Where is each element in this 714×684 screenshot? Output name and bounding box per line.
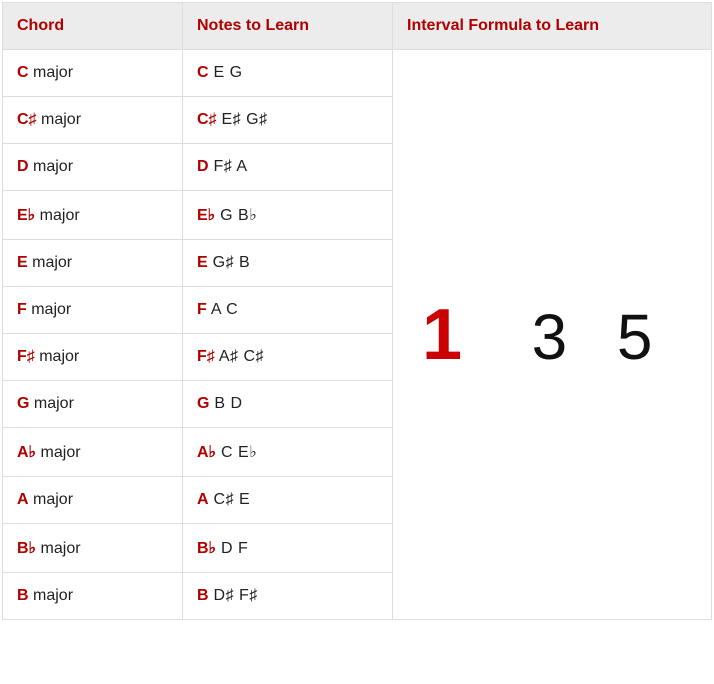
notes-rest: G♯ B [208,254,251,271]
chord-root: B [17,587,29,604]
notes-cell: C E G [183,50,393,97]
notes-root: B♭ [197,540,216,557]
formula-fifth: 5 [617,301,662,373]
notes-cell: D F♯ A [183,144,393,191]
notes-cell: E G♯ B [183,240,393,287]
formula-root: 1 [422,295,472,375]
chord-table: Chord Notes to Learn Interval Formula to… [2,2,712,620]
chord-cell: A♭ major [3,428,183,477]
notes-cell: B♭ D F [183,524,393,573]
notes-root: C [197,64,209,81]
notes-cell: A♭ C E♭ [183,428,393,477]
notes-rest: A♯ C♯ [215,348,264,365]
notes-root: B [197,587,209,604]
chord-type: major [29,491,73,508]
chord-type: major [28,254,72,271]
header-row: Chord Notes to Learn Interval Formula to… [3,3,712,50]
chord-type: major [35,348,79,365]
chord-type: major [29,587,73,604]
interval-formula-cell: 135 [393,50,712,620]
chord-root: E♭ [17,207,35,224]
notes-rest: C♯ E [209,491,251,508]
notes-rest: G B♭ [215,207,257,224]
chord-type: major [29,395,73,412]
chord-root: F [17,301,27,318]
formula-third: 3 [532,301,577,373]
notes-root: A [197,491,209,508]
chord-cell: A major [3,477,183,524]
notes-rest: F♯ A [209,158,248,175]
notes-cell: A C♯ E [183,477,393,524]
chord-cell: G major [3,381,183,428]
chord-type: major [29,158,73,175]
chord-cell: E♭ major [3,191,183,240]
notes-cell: F A C [183,287,393,334]
chord-root: G [17,395,29,412]
notes-root: A♭ [197,444,216,461]
header-chord: Chord [3,3,183,50]
chord-type: major [37,111,81,128]
chord-cell: B major [3,573,183,620]
notes-root: C♯ [197,111,217,128]
header-notes: Notes to Learn [183,3,393,50]
header-formula: Interval Formula to Learn [393,3,712,50]
chord-cell: E major [3,240,183,287]
chord-root: D [17,158,29,175]
chord-cell: F major [3,287,183,334]
chord-root: C♯ [17,111,37,128]
notes-cell: E♭ G B♭ [183,191,393,240]
chord-type: major [36,444,80,461]
notes-rest: A C [207,301,238,318]
chord-cell: F♯ major [3,334,183,381]
chord-type: major [29,64,73,81]
notes-root: D [197,158,209,175]
chord-cell: B♭ major [3,524,183,573]
chord-type: major [36,540,80,557]
chord-type: major [27,301,71,318]
notes-rest: B D [209,395,242,412]
chord-root: C [17,64,29,81]
notes-cell: B D♯ F♯ [183,573,393,620]
notes-rest: C E♭ [216,444,257,461]
notes-rest: E G [209,64,243,81]
notes-root: E [197,254,208,271]
notes-rest: E♯ G♯ [217,111,268,128]
notes-root: G [197,395,209,412]
chord-root: A♭ [17,444,36,461]
notes-rest: D F [216,540,248,557]
notes-cell: C♯ E♯ G♯ [183,97,393,144]
chord-root: E [17,254,28,271]
notes-cell: F♯ A♯ C♯ [183,334,393,381]
table-row: C majorC E G135 [3,50,712,97]
chord-type: major [35,207,79,224]
chord-cell: D major [3,144,183,191]
notes-root: F♯ [197,348,215,365]
chord-root: B♭ [17,540,36,557]
notes-root: E♭ [197,207,215,224]
chord-root: A [17,491,29,508]
chord-cell: C♯ major [3,97,183,144]
notes-cell: G B D [183,381,393,428]
notes-root: F [197,301,207,318]
notes-rest: D♯ F♯ [209,587,258,604]
chord-root: F♯ [17,348,35,365]
chord-cell: C major [3,50,183,97]
